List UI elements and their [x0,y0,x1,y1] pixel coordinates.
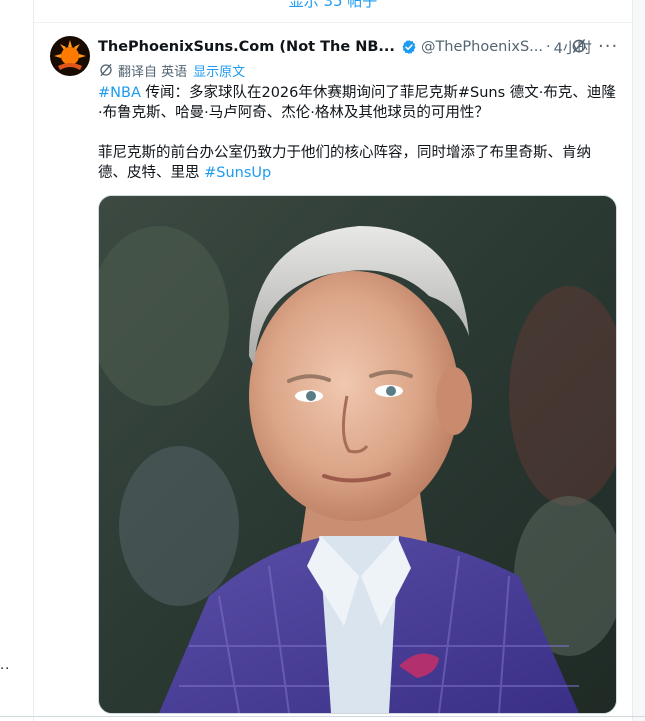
show-more-posts-label[interactable]: 显示 35 帖子 [289,0,378,10]
tweet-header: ThePhoenixSuns.Com (Not The NB... @ThePh… [98,36,620,58]
left-sidebar-gutter [0,0,34,721]
author-display-name[interactable]: ThePhoenixSuns.Com (Not The NB... [98,39,395,55]
separator-dot: · [545,39,551,55]
hashtag-nba-link[interactable]: #NBA [98,85,141,101]
tweet-paragraph-2-text: 菲尼克斯的前台办公室仍致力于他们的核心阵容，同时增添了布里奇斯、肯纳德、皮特、里… [98,145,591,181]
tweet-paragraph-1-text: 传闻：多家球队在2026年休赛期询问了菲尼克斯#Suns 德文·布克、迪隆·布鲁… [98,85,616,121]
verified-badge-icon[interactable] [401,39,417,55]
author-avatar[interactable] [50,36,90,76]
tweet-media-photo[interactable] [98,195,617,714]
bottom-divider [0,716,645,717]
hashtag-sunsup-link[interactable]: #SunsUp [204,165,271,181]
translated-from-label: 翻译自 英语 [118,64,188,80]
more-horizontal-icon[interactable]: ··· [598,36,618,57]
grok-icon[interactable] [570,37,588,59]
more-menu-icon[interactable]: ·· [0,662,10,677]
right-edge-panel [632,0,645,721]
tweet-text: #NBA 传闻：多家球队在2026年休赛期询问了菲尼克斯#Suns 德文·布克、… [98,83,618,183]
tweet-paragraph-1: #NBA 传闻：多家球队在2026年休赛期询问了菲尼克斯#Suns 德文·布克、… [98,83,618,123]
translate-icon [98,62,114,78]
tweet-paragraph-2: 菲尼克斯的前台办公室仍致力于他们的核心阵容，同时增添了布里奇斯、肯纳德、皮特、里… [98,143,618,183]
show-original-link[interactable]: 显示原文 [193,61,245,80]
show-more-posts-button[interactable]: 显示 35 帖子 [34,0,632,23]
translation-info: 翻译自 英语 显示原文 [98,61,245,80]
author-handle[interactable]: @ThePhoenixS... [421,39,543,55]
